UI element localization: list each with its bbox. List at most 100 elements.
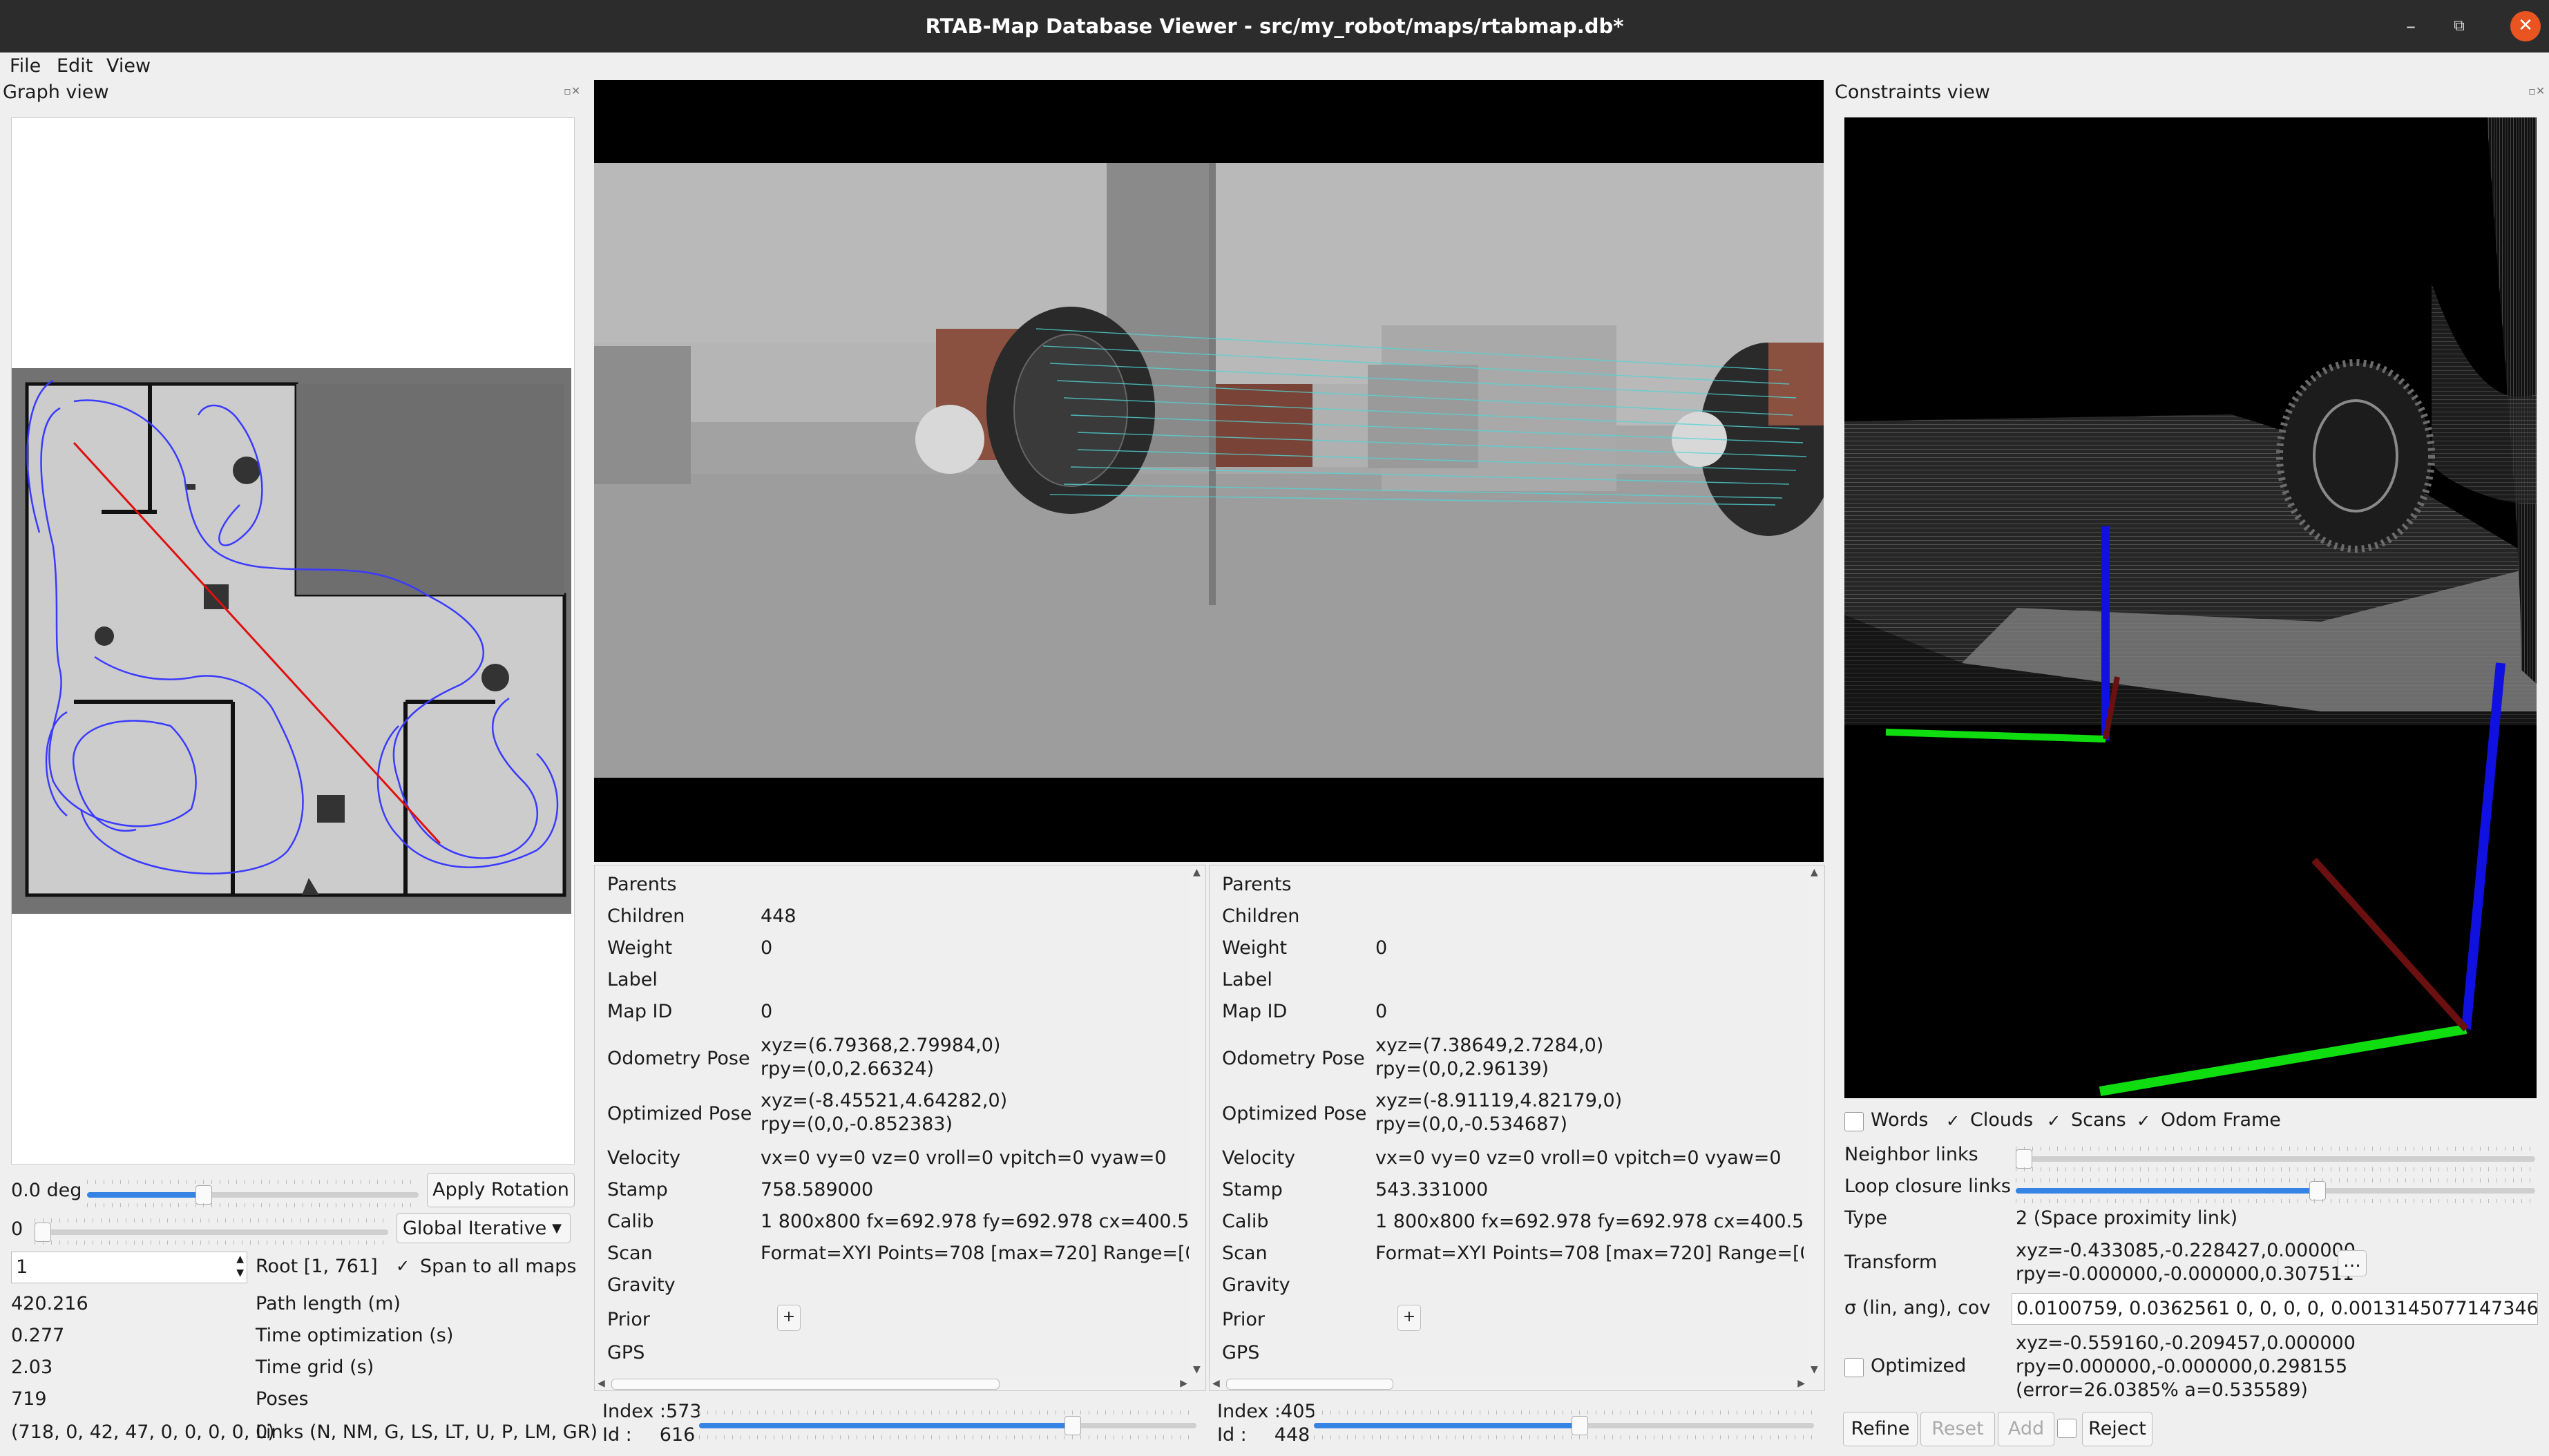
opt-label: Optimized Pose <box>1222 1103 1367 1124</box>
scroll-left-icon[interactable]: ◀ <box>598 1378 605 1389</box>
scroll-up-icon[interactable]: ▲ <box>1811 867 1818 878</box>
rotation-value: 0.0 deg <box>11 1180 82 1201</box>
scroll-right-icon[interactable]: ▶ <box>1797 1378 1805 1389</box>
calib-value: 1 800x800 fx=692.978 fy=692.978 cx=400.5… <box>761 1211 1189 1232</box>
odom-frame-checkbox[interactable]: ✓ <box>2135 1112 2152 1130</box>
index-value: 405 <box>1281 1401 1317 1422</box>
velocity-label: Velocity <box>607 1147 680 1169</box>
scroll-thumb[interactable] <box>611 1379 1000 1390</box>
sigma-label: σ (lin, ang), cov <box>1844 1297 1991 1319</box>
add-button[interactable]: Add <box>1998 1412 2054 1446</box>
loop-closure-links-slider[interactable] <box>2016 1178 2535 1203</box>
menu-file[interactable]: File <box>10 52 41 80</box>
scans-checkbox[interactable]: ✓ <box>2045 1112 2063 1130</box>
sigma-value: 0.0100759, 0.0362561 0, 0, 0, 0, 0.00131… <box>2016 1298 2538 1319</box>
index-slider-left[interactable] <box>699 1410 1196 1439</box>
scroll-down-icon[interactable]: ▼ <box>1193 1364 1201 1375</box>
root-label: Root [1, 761] <box>256 1256 378 1277</box>
field-label: Map ID <box>1222 1001 1288 1022</box>
horizontal-scrollbar[interactable]: ◀ ▶ <box>1210 1377 1808 1390</box>
index-label: Index :405 <box>1217 1401 1317 1422</box>
scans-label: Scans <box>2071 1109 2126 1131</box>
stat-label: Links (N, NM, G, LS, LT, U, P, LM, GR) <box>256 1421 598 1443</box>
horizontal-scrollbar[interactable]: ◀ ▶ <box>595 1377 1190 1390</box>
loop-closure-links-label: Loop closure links <box>1844 1176 2011 1197</box>
odom-label: Odometry Pose <box>1222 1048 1365 1069</box>
opt-xyz: xyz=(-8.45521,4.64282,0) <box>761 1090 1008 1111</box>
window-title: RTAB-Map Database Viewer - src/my_robot/… <box>925 15 1624 38</box>
iterations-slider[interactable] <box>35 1218 388 1246</box>
span-label: Span to all maps <box>420 1256 577 1277</box>
words-checkbox[interactable] <box>1844 1112 1864 1131</box>
vertical-scrollbar[interactable]: ▲ ▼ <box>1190 865 1204 1377</box>
optimizer-select[interactable]: Global Iterative ▼ <box>397 1213 571 1243</box>
reject-button[interactable]: Reject <box>2082 1412 2152 1446</box>
vertical-scrollbar[interactable]: ▲ ▼ <box>1808 865 1822 1377</box>
scroll-up-icon[interactable]: ▲ <box>1193 867 1201 878</box>
menu-view[interactable]: View <box>106 52 151 80</box>
optimized-xyz: xyz=-0.559160,-0.209457,0.000000 <box>2016 1332 2356 1354</box>
optimized-label: Optimized <box>1871 1355 1967 1377</box>
stat-label: Path length (m) <box>256 1293 401 1314</box>
clouds-checkbox[interactable]: ✓ <box>1944 1112 1962 1130</box>
constraints-3d-view[interactable] <box>1844 117 2537 1098</box>
scroll-right-icon[interactable]: ▶ <box>1180 1378 1187 1389</box>
reject-checkbox[interactable] <box>2057 1419 2077 1438</box>
minimize-button[interactable]: – <box>2390 0 2432 52</box>
graph-view-canvas[interactable] <box>11 117 575 1165</box>
close-button[interactable]: ✕ <box>2510 11 2541 41</box>
rotation-slider[interactable] <box>87 1180 419 1214</box>
maximize-button[interactable]: ⧉ <box>2438 0 2480 52</box>
sigma-field[interactable]: 0.0100759, 0.0362561 0, 0, 0, 0, 0.00131… <box>2012 1293 2538 1325</box>
calib-label: Calib <box>607 1211 654 1232</box>
image-view[interactable] <box>594 80 1837 862</box>
opt-label: Optimized Pose <box>607 1103 752 1124</box>
velocity-value: vx=0 vy=0 vz=0 vroll=0 vpitch=0 vyaw=0 <box>761 1147 1167 1169</box>
scan-label: Scan <box>607 1243 653 1264</box>
graph-view-title: Graph view <box>3 82 109 103</box>
prior-expand-button[interactable]: + <box>777 1305 801 1331</box>
dock-float-close-icon[interactable]: ▫✕ <box>2528 84 2545 97</box>
scroll-thumb[interactable] <box>1226 1379 1393 1390</box>
menu-edit[interactable]: Edit <box>57 52 93 80</box>
root-spinbox[interactable]: 1 ▲ ▼ <box>11 1252 247 1283</box>
odom-xyz: xyz=(6.79368,2.79984,0) <box>761 1035 1001 1056</box>
gps-label: GPS <box>607 1342 645 1363</box>
opt-rpy: rpy=(0,0,-0.852383) <box>761 1113 953 1135</box>
calib-value: 1 800x800 fx=692.978 fy=692.978 cx=400.5… <box>1375 1211 1804 1232</box>
transform-edit-button[interactable]: ... <box>2338 1250 2367 1276</box>
type-value: 2 (Space proximity link) <box>2016 1207 2238 1229</box>
odom-rpy: rpy=(0,0,2.96139) <box>1375 1058 1549 1080</box>
reset-button[interactable]: Reset <box>1920 1412 1995 1446</box>
field-value: 0 <box>1375 1001 1388 1022</box>
odom-label: Odometry Pose <box>607 1048 750 1069</box>
dock-float-close-icon[interactable]: ▫✕ <box>564 84 580 97</box>
field-label: Weight <box>1222 937 1288 959</box>
scroll-down-icon[interactable]: ▼ <box>1811 1364 1818 1375</box>
span-checkbox[interactable]: ✓ <box>394 1257 412 1275</box>
root-spinbox-value: 1 <box>16 1256 28 1278</box>
node-info-left: Parents Children 448 Weight 0 Label Map … <box>594 865 1206 1391</box>
apply-rotation-button[interactable]: Apply Rotation <box>427 1173 575 1207</box>
spin-arrows-icon[interactable]: ▲ ▼ <box>236 1252 244 1280</box>
id-label: Id :616 <box>602 1424 696 1446</box>
stat-value: 420.216 <box>11 1293 88 1314</box>
calib-label: Calib <box>1222 1211 1269 1232</box>
field-value: 448 <box>761 906 796 927</box>
refine-button[interactable]: Refine <box>1843 1412 1918 1446</box>
opt-xyz: xyz=(-8.91119,4.82179,0) <box>1375 1090 1623 1111</box>
field-value: 0 <box>761 1001 773 1022</box>
index-slider-right[interactable] <box>1314 1410 1814 1439</box>
stereo-images <box>594 163 1837 778</box>
neighbor-links-label: Neighbor links <box>1844 1144 1978 1165</box>
prior-expand-button[interactable]: + <box>1397 1305 1421 1331</box>
field-label: Parents <box>607 874 677 895</box>
scroll-left-icon[interactable]: ◀ <box>1212 1378 1220 1389</box>
iterations-value: 0 <box>11 1218 23 1240</box>
odom-rpy: rpy=(0,0,2.66324) <box>761 1058 935 1080</box>
field-label: Weight <box>607 937 673 959</box>
stamp-value: 758.589000 <box>761 1179 874 1200</box>
neighbor-links-slider[interactable] <box>2016 1147 2535 1171</box>
optimized-checkbox[interactable] <box>1844 1358 1864 1377</box>
optimized-rpy: rpy=0.000000,-0.000000,0.298155 <box>2016 1356 2348 1377</box>
